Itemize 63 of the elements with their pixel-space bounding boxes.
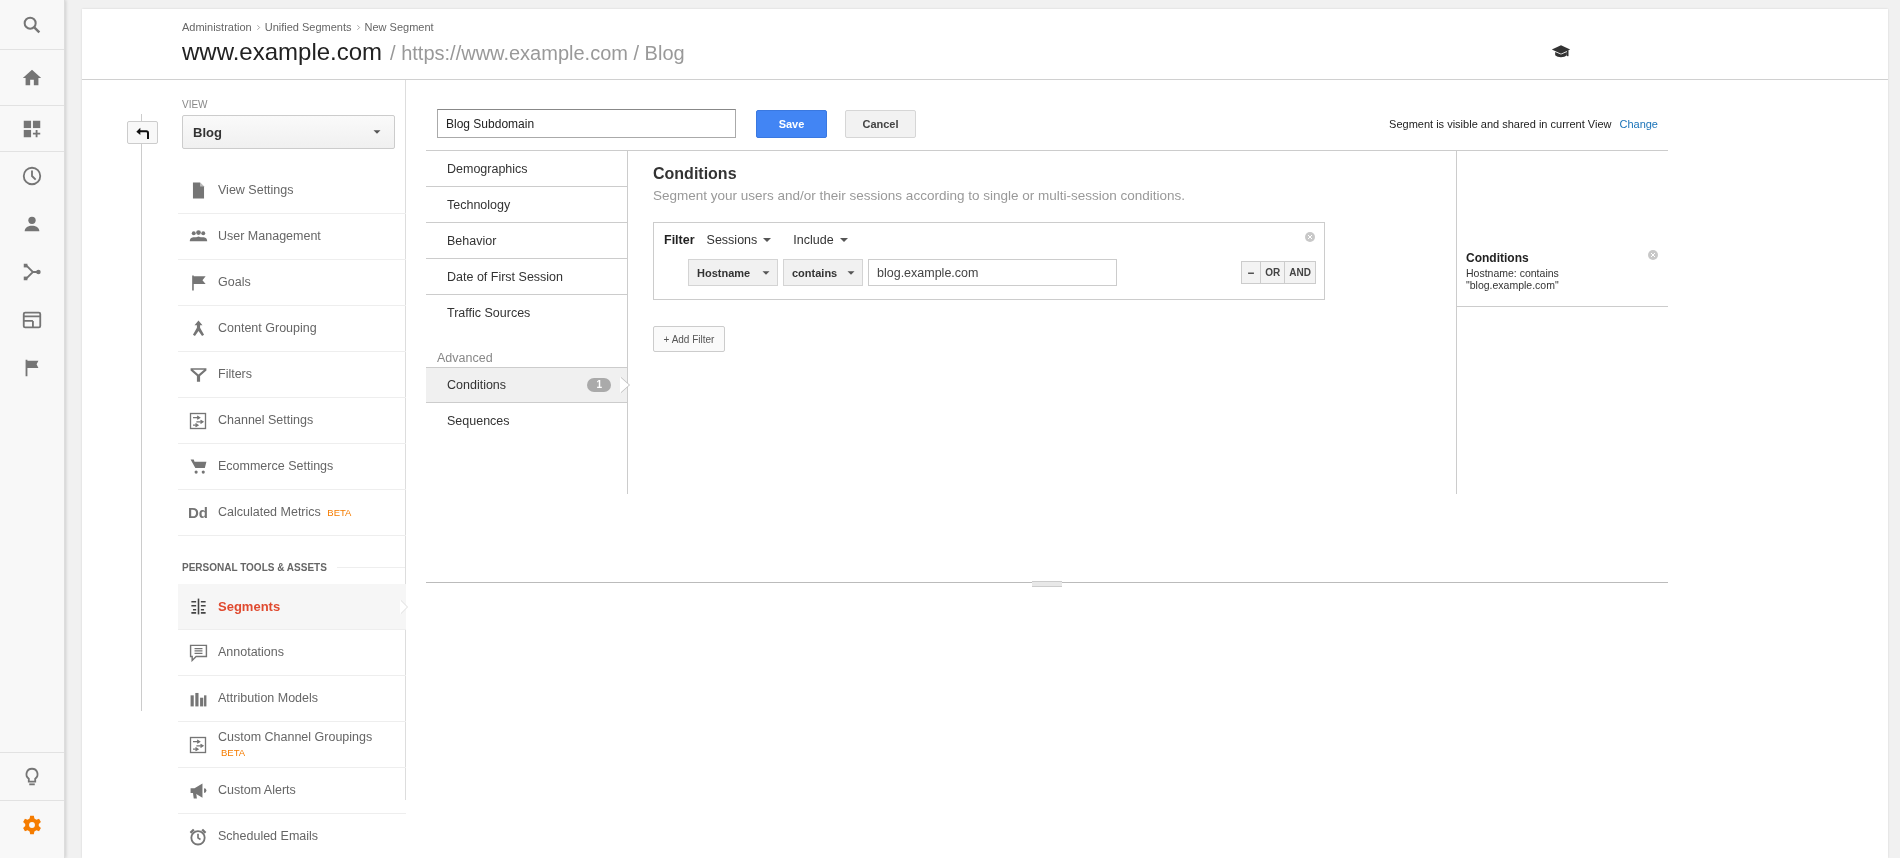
cart-icon	[188, 457, 208, 476]
section-heading: PERSONAL TOOLS & ASSETS	[182, 560, 327, 573]
nav-item[interactable]: Filters	[178, 352, 406, 398]
cancel-button[interactable]: Cancel	[845, 109, 916, 138]
close-icon	[1647, 249, 1659, 261]
beta-tag: BETA	[221, 744, 246, 760]
dd-icon: Dd	[188, 504, 208, 521]
filter-label: Filter	[664, 233, 695, 247]
speech-bubble-icon	[188, 643, 208, 662]
nav-item[interactable]: Annotations	[178, 630, 406, 676]
nav-item[interactable]: View Settings	[178, 168, 406, 214]
save-button[interactable]: Save	[756, 109, 827, 138]
segments-icon	[188, 597, 208, 616]
breadcrumb-link[interactable]: New Segment	[364, 21, 434, 33]
include-dropdown[interactable]: Include	[789, 232, 858, 248]
close-icon	[1304, 231, 1316, 243]
channel-icon	[188, 410, 208, 431]
breadcrumb-link[interactable]: Administration	[182, 21, 252, 33]
dimension-select[interactable]: Hostname	[688, 259, 778, 286]
remove-summary-button[interactable]	[1647, 249, 1659, 261]
advanced-label: Advanced	[436, 350, 494, 367]
logic-button[interactable]: AND	[1284, 261, 1316, 284]
nav-item[interactable]: Ecommerce Settings	[178, 444, 406, 490]
window-icon	[21, 309, 43, 331]
back-button[interactable]	[127, 121, 158, 144]
nav-item[interactable]: Content Grouping	[178, 306, 406, 352]
megaphone-icon	[188, 781, 208, 800]
breadcrumb-link[interactable]: Unified Segments	[264, 21, 352, 33]
beta-tag: BETA	[327, 505, 352, 520]
logic-button[interactable]: OR	[1260, 261, 1286, 284]
clock-icon	[21, 165, 43, 187]
visibility-text: Segment is visible and shared in current View	[1389, 117, 1612, 130]
add-filter-button[interactable]: + Add Filter	[653, 326, 725, 352]
nav-item[interactable]: Attribution Models	[178, 676, 406, 722]
nav-item[interactable]: Scheduled Emails	[178, 814, 406, 858]
scope-dropdown[interactable]: Sessions	[702, 232, 782, 248]
conditions-title: Conditions	[653, 165, 738, 184]
nav-item[interactable]: Goals	[178, 260, 406, 306]
count-badge: 1	[587, 378, 611, 392]
remove-condition-button[interactable]	[1241, 261, 1262, 284]
nav-item[interactable]: Channel Settings	[178, 398, 406, 444]
property-path: / https://www.example.com / Blog	[390, 42, 685, 65]
nav-item[interactable]: User Management	[178, 214, 406, 260]
channel-icon	[188, 734, 208, 755]
settings-icon	[21, 813, 43, 836]
view-select[interactable]: Blog	[182, 115, 395, 149]
nav-item[interactable]: Dd Calculated Metrics BETA	[178, 490, 406, 536]
nav-item[interactable]: Custom Channel Groupings BETA	[178, 722, 406, 768]
summary-title: Conditions	[1466, 251, 1529, 265]
resize-handle[interactable]	[1032, 581, 1062, 587]
funnel-icon	[188, 365, 208, 384]
view-label: VIEW	[182, 99, 209, 111]
conditions-subtitle: Segment your users and/or their sessions according to single or multi-session conditions.	[653, 188, 1186, 203]
segment-name-field[interactable]: Blog Subdomain	[437, 109, 736, 138]
change-link[interactable]: Change	[1619, 117, 1658, 130]
nav-item[interactable]: Custom Alerts	[178, 768, 406, 814]
account-title: www.example.com	[182, 38, 383, 66]
alarm-clock-icon	[188, 826, 208, 847]
value-field[interactable]: blog.example.com	[868, 259, 1117, 286]
remove-filter-button[interactable]	[1304, 231, 1316, 243]
summary-text: Hostname: contains "blog.example.com"	[1466, 267, 1560, 291]
operator-select[interactable]: contains	[783, 259, 863, 286]
branch-icon	[21, 261, 43, 283]
